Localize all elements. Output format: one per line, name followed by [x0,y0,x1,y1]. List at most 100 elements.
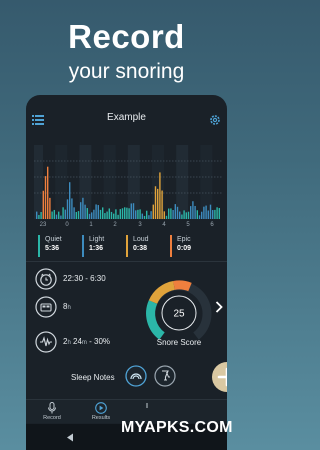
chart-bar [77,211,80,219]
chart-bar [187,211,190,219]
nav-record[interactable]: Record [27,402,77,421]
snore-score-label: Snore Score [156,338,202,347]
legend-loud-label: Loud [133,236,149,243]
chart-bar [146,210,148,219]
chart-bar [102,207,104,219]
chart-bar [152,204,154,219]
chevron-right-icon[interactable] [215,301,223,313]
chart-bar [121,208,124,219]
chart-bar [205,205,207,219]
chart-bar [119,209,121,219]
plus-icon [217,367,227,387]
nav-icon [146,403,148,408]
chart-bar [148,215,150,219]
back-triangle-icon[interactable] [66,433,74,442]
chart-bar [168,208,170,219]
chart-bar [179,211,181,219]
chart-bar [198,215,201,219]
nav-results[interactable]: Results [76,402,126,421]
chart-bar [126,207,128,219]
chart-background [34,145,213,219]
chart-bar [62,207,64,219]
chart-bar [192,201,194,219]
chart-column-shade [103,145,116,219]
chart-column-shade [34,145,43,219]
chart-bar [159,172,161,219]
x-tick: 3 [138,222,142,228]
snore-rainbow-note-button[interactable] [125,365,147,387]
legend-light-label: Light [89,236,105,243]
chart-bar [117,214,119,219]
chart-bar [97,205,99,219]
sleep-hours-unit: h [67,305,71,311]
waveform-icon [35,331,57,353]
chart-bar [51,211,53,219]
stat-sleep-hours: 8h [35,296,145,318]
chart-bar [69,182,71,219]
chart-bar [161,190,163,219]
nav-item-3[interactable] [122,402,172,414]
chart-bar [38,214,40,219]
chart-bar [196,210,198,219]
chart-bar [86,208,88,219]
chart-bar [201,211,203,219]
chart-bar [154,186,157,219]
play-circle-icon [95,402,107,414]
chart-bar [157,188,159,219]
legend-quiet-label: Quiet [45,236,62,243]
snore-percent: - 30% [86,337,111,346]
snore-duration-value: 2h 24m - 30% [63,337,110,346]
promo-subheadline: your snoring [68,60,185,83]
chart-bar [143,215,146,219]
legend-epic-value: 0:09 [177,245,192,252]
chart-bar [207,210,209,219]
chart-bar [185,212,187,219]
legend-loud: Loud 0:38 [126,235,149,257]
microphone-icon [48,402,56,414]
chart-bar [194,205,196,219]
x-tick: 4 [162,222,166,228]
x-tick: 1 [89,222,93,228]
add-note-button[interactable] [212,362,227,392]
chart-bar [212,210,214,219]
chart-bar [44,176,47,219]
chart-bar [64,209,66,219]
chart-bar [53,209,55,219]
chart-bar [218,208,220,219]
chart-bar [55,214,58,219]
top-bar: Example [26,95,227,143]
nav-results-label: Results [91,415,111,421]
alarm-clock-icon [35,268,57,290]
chart-bar [106,211,108,219]
chart-bar [93,209,95,219]
chart-bar [110,211,113,219]
time-range-value: 22:30 - 6:30 [63,274,106,283]
chart-bar [214,209,216,219]
chart-bar [71,198,73,219]
chart-bar [42,190,44,219]
chart-bar [183,210,185,219]
drink-note-button[interactable] [154,365,176,387]
chart-bar [139,209,141,219]
chart-bar [40,212,42,219]
chart-bar [36,211,38,219]
chart-bar [108,208,110,219]
chart-bar [73,207,75,219]
legend-epic-label: Epic [177,236,191,243]
x-axis-ticks: 23 0 1 2 3 4 5 6 [34,222,222,232]
chart-bar [115,209,117,219]
legend-loud-value: 0:38 [133,245,148,252]
legend-quiet: Quiet 5:36 [38,235,62,257]
chart-bar [190,206,192,219]
chart-bar [75,211,77,219]
chart-bar [88,213,91,219]
chart-bar [135,210,137,219]
sleep-notes-label: Sleep Notes [71,373,115,382]
chart-bar [203,206,205,219]
chart-bar [128,208,130,219]
x-tick: 2 [113,222,117,228]
screen-title: Example [107,112,146,123]
divider [26,261,227,262]
gear-icon[interactable] [209,114,221,126]
chart-bar [141,213,143,219]
